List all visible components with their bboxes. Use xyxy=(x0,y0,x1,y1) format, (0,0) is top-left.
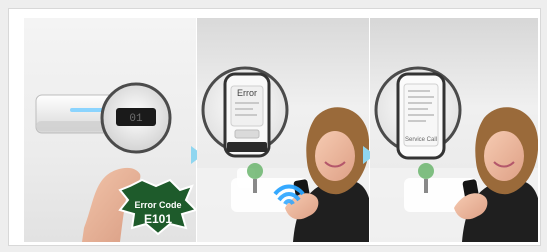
list-line-3 xyxy=(408,102,432,104)
ac-scene: 01 Error Code E101 xyxy=(35,82,196,242)
phone-service-scene: Service Call xyxy=(370,18,538,242)
list-line-1 xyxy=(408,90,430,92)
panel-phone-service: Service Call xyxy=(370,18,538,242)
list-line-6 xyxy=(408,120,426,122)
list-line-5 xyxy=(408,114,434,116)
phone-bottom-bar xyxy=(227,142,267,152)
plant-stem xyxy=(253,179,257,193)
panel-ac-unit: 01 Error Code E101 xyxy=(24,18,196,242)
error-code-value: E101 xyxy=(144,212,172,226)
dialog-line-3 xyxy=(235,114,257,116)
ac-display-readout: 01 xyxy=(129,113,143,125)
service-call-label: Service Call xyxy=(405,137,437,143)
error-code-label: Error Code xyxy=(134,200,181,210)
plant-stem xyxy=(424,179,428,193)
phone-error-scene: Error xyxy=(197,18,369,242)
panel-phone-error: Error xyxy=(197,18,369,242)
face xyxy=(315,131,355,181)
dialog-line-2 xyxy=(235,108,253,110)
list-line-4 xyxy=(408,108,428,110)
plant xyxy=(247,163,263,179)
dialog-line-1 xyxy=(235,102,259,104)
dialog-button xyxy=(234,129,260,139)
list-line-2 xyxy=(408,96,434,98)
face xyxy=(484,131,524,181)
error-dialog-title: Error xyxy=(237,88,257,98)
plant xyxy=(418,163,434,179)
